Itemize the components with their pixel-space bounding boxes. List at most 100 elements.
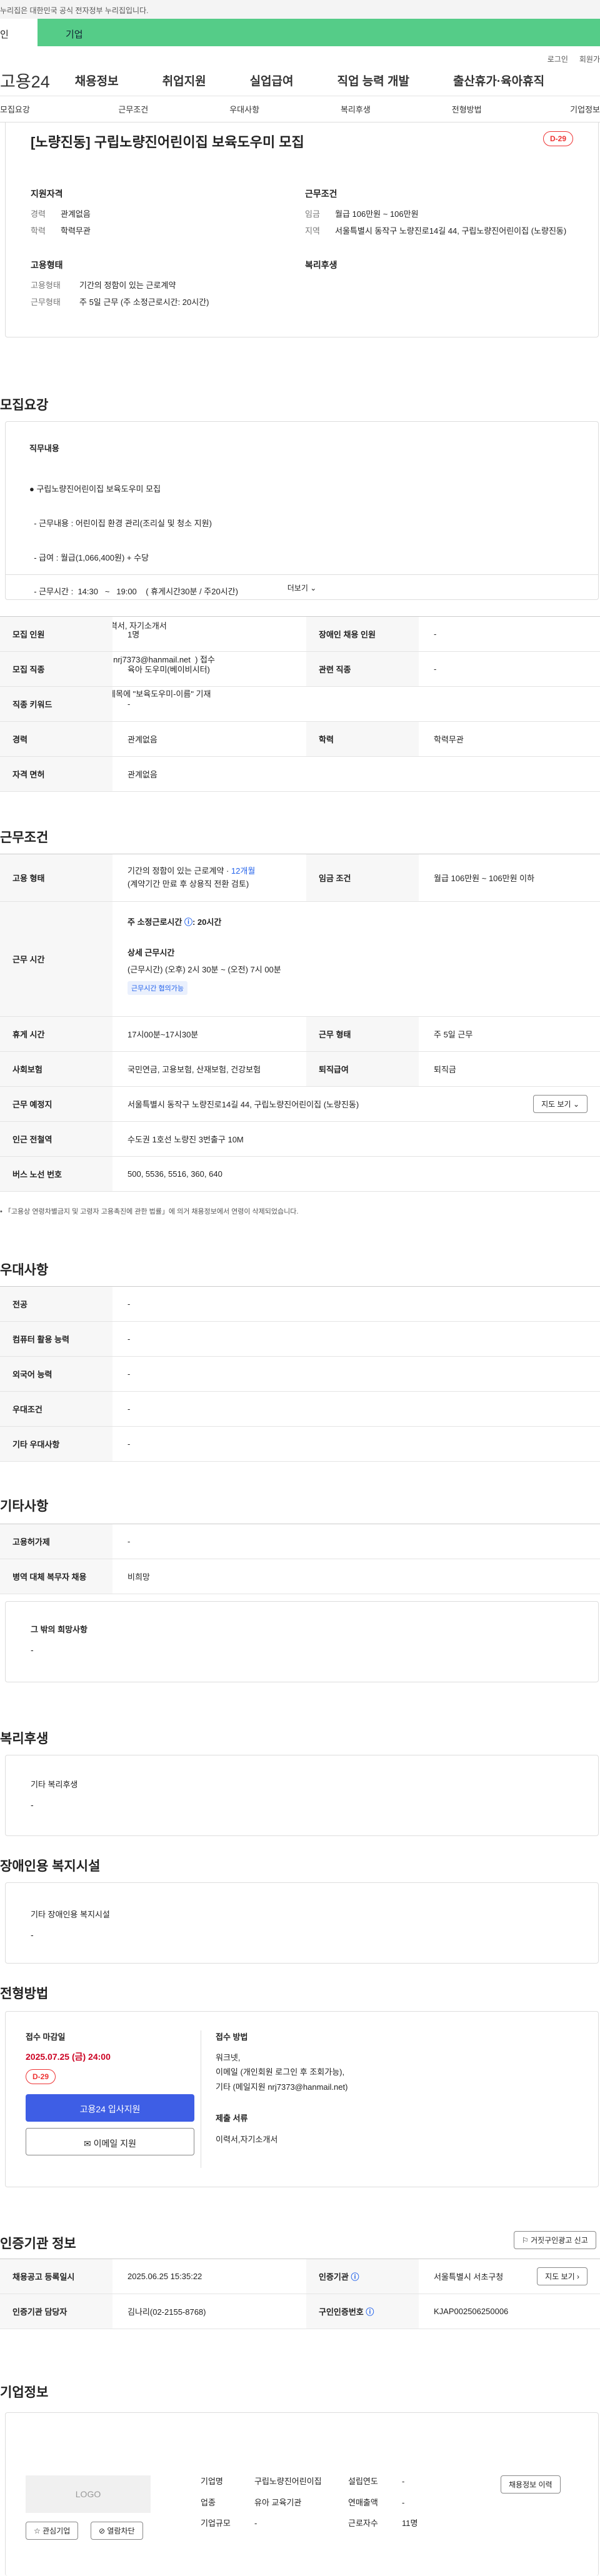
value: 주 5일 근무 (주 소정근로시간: 20시간): [79, 297, 209, 307]
th: 인증기관 ⓘ: [306, 2259, 419, 2294]
signup-link[interactable]: 회원가: [579, 55, 600, 64]
gnb-parental-leave[interactable]: 출산휴가·육아휴직: [453, 72, 544, 89]
table-row: 근무 시간 주 소정근로시간 ⓘ: 20시간 상세 근무시간 (근무시간) (오…: [0, 902, 600, 1017]
disabled-heading: 기타 장애인용 복지시설: [31, 1910, 110, 1919]
gnb-training[interactable]: 직업 능력 개발: [337, 72, 409, 89]
label: 경력: [31, 209, 46, 219]
value: 학력무관: [61, 226, 91, 236]
summary-card: [노량진동] 구립노량진어린이집 보육도우미 모집 D-29 지원자격 경력 관계…: [5, 122, 599, 337]
value: 서울특별시 동작구 노량진로14길 44, 구립노량진어린이집 (노량진동): [335, 226, 567, 236]
method-line: 기타 (메일지원 nrj7373@hanmail.net): [216, 2082, 348, 2092]
disabled-value: -: [31, 1930, 34, 1940]
info-icon[interactable]: ⓘ: [184, 917, 192, 927]
subnav-process[interactable]: 전형방법: [411, 103, 522, 115]
apply-button[interactable]: 고용24 입사지원: [26, 2094, 194, 2122]
td: 국민연금, 고용보험, 산재보험, 건강보험: [128, 1065, 261, 1074]
login-link[interactable]: 로그인: [548, 55, 568, 64]
th: 인근 전철역: [0, 1122, 112, 1156]
table-row: 근무 예정지 서울특별시 동작구 노량진로14길 44, 구립노량진어린이집 (노…: [0, 1087, 600, 1122]
report-button[interactable]: ⚐ 거짓구인광고 신고: [514, 2231, 596, 2249]
table-row: 인근 전철역 수도권 1호선 노량진 3번출구 10M: [0, 1122, 600, 1157]
td: 월급 106만원 ~ 106만원 이하: [434, 874, 535, 883]
th: 휴게 시간: [0, 1017, 112, 1051]
chevron-down-icon: ⌄: [572, 1100, 579, 1109]
subnav-recruit[interactable]: 모집요강: [0, 103, 78, 115]
table-row: 사회보험 국민연금, 고용보험, 산재보험, 건강보험 퇴직급여 퇴직금: [0, 1052, 600, 1087]
td: 500, 5536, 5516, 360, 640: [128, 1169, 222, 1179]
tab-individual[interactable]: 인: [0, 19, 38, 46]
duty-line: - 급여 : 월급(1,066,400원) + 수당: [29, 552, 149, 562]
table-row: 전공 -: [0, 1287, 600, 1322]
table-row: 고용 형태 기간의 정함이 있는 근로계약 · 12개월 (계약기간 만료 후 …: [0, 854, 600, 902]
time-hours: : 20시간: [192, 917, 222, 927]
disabled-box: 기타 장애인용 복지시설 -: [5, 1882, 599, 1964]
table-row: 외국어 능력 -: [0, 1357, 600, 1392]
table-row: 컴퓨터 활용 능력 -: [0, 1322, 600, 1357]
th: 고용허가제: [0, 1524, 112, 1559]
subnav-welfare[interactable]: 복리후생: [300, 103, 411, 115]
qual-heading: 지원자격: [31, 189, 63, 199]
td: -: [128, 1334, 131, 1344]
dday-badge: D-29: [542, 131, 573, 146]
subnav-pref[interactable]: 우대사항: [189, 103, 300, 115]
label: 업종: [201, 2497, 216, 2507]
time-detail: (근무시간) (오후) 2시 30분 ~ (오전) 7시 00분: [128, 965, 281, 974]
td: 17시00분~17시30분: [128, 1030, 199, 1039]
welfare-heading: 기타 복리후생: [31, 1780, 78, 1789]
duty-line: - 근무내용 : 어린이집 환경 관리(조리실 및 청소 지원): [29, 518, 212, 528]
label: 연매출액: [348, 2497, 378, 2507]
block-button[interactable]: ⊘ 열람차단: [91, 2522, 143, 2540]
company-box: LOGO ☆ 관심기업 ⊘ 열람차단 기업명 구립노량진어린이집 업종 유아 교육기…: [5, 2412, 599, 2576]
welfare-value: -: [31, 1800, 34, 1810]
tab-company[interactable]: 기업: [38, 19, 600, 46]
process-section-title: 전형방법: [0, 1987, 49, 2001]
utility-links: 로그인 회원가: [0, 46, 600, 65]
table-row: 모집 인원 1명 장애인 채용 인원 -: [0, 617, 600, 652]
label: 기업명: [201, 2477, 223, 2486]
table-row: 자격 면허 관계없음: [0, 757, 600, 792]
more-button[interactable]: 더보기 ⌄: [6, 574, 598, 599]
auth-map-button[interactable]: 지도 보기 ›: [537, 2267, 588, 2285]
td: 관계없음: [128, 770, 158, 779]
th: 관련 직종: [306, 652, 419, 686]
td: 비희망: [128, 1572, 150, 1582]
subnav-work[interactable]: 근무조건: [78, 103, 189, 115]
site-logo[interactable]: 고용24: [0, 68, 50, 92]
td: 서울특별시 동작구 노량진로14길 44, 구립노량진어린이집 (노량진동): [128, 1100, 359, 1109]
th: 모집 직종: [0, 652, 112, 686]
th: 외국어 능력: [0, 1357, 112, 1391]
interest-label: 관심기업: [42, 2527, 71, 2535]
td: -: [128, 1404, 131, 1414]
interest-button[interactable]: ☆ 관심기업: [26, 2522, 79, 2540]
subnav-company[interactable]: 기업정보: [522, 103, 600, 115]
duty-heading: 직무내용: [29, 444, 59, 453]
emp-heading: 고용형태: [31, 259, 63, 270]
td: 학력무관: [434, 735, 464, 744]
time-title: 주 소정근로시간: [128, 917, 182, 927]
welfare-box: 기타 복리후생 -: [5, 1755, 599, 1836]
th: 근무 시간: [0, 902, 112, 1016]
email-apply-button[interactable]: ✉ 이메일 지원: [26, 2128, 194, 2155]
welfare-section-title: 복리후생: [0, 1732, 49, 1746]
emp-months: 12개월: [231, 866, 256, 876]
td: 김나리(02-2155-8768): [128, 2307, 206, 2317]
th: 전공: [0, 1287, 112, 1321]
dday-badge: D-29: [26, 2069, 56, 2084]
jobs-history-button[interactable]: 채용정보 이력: [501, 2475, 561, 2494]
info-icon[interactable]: ⓘ: [351, 2270, 359, 2282]
gnb-employment-support[interactable]: 취업지원: [162, 72, 206, 89]
auth-table: 채용공고 등록일시 2025.06.25 15:35:22 인증기관 ⓘ 서울특별시 …: [0, 2259, 600, 2329]
value: 유아 교육기관: [254, 2497, 302, 2507]
gnb-unemployment[interactable]: 실업급여: [250, 72, 294, 89]
info-icon[interactable]: ⓘ: [366, 2305, 374, 2317]
th: 우대조건: [0, 1392, 112, 1426]
th-label: 인증기관: [319, 2272, 349, 2282]
th: 근무 예정지: [0, 1087, 112, 1121]
map-button[interactable]: 지도 보기 ⌄: [533, 1095, 588, 1113]
label: 기업규모: [201, 2519, 231, 2528]
gnb-jobs[interactable]: 채용정보: [75, 72, 119, 89]
chevron-right-icon: ›: [577, 2272, 579, 2281]
table-row: 직종 키워드 -: [0, 687, 600, 722]
td: 퇴직금: [434, 1065, 456, 1074]
th: 고용 형태: [0, 854, 112, 901]
